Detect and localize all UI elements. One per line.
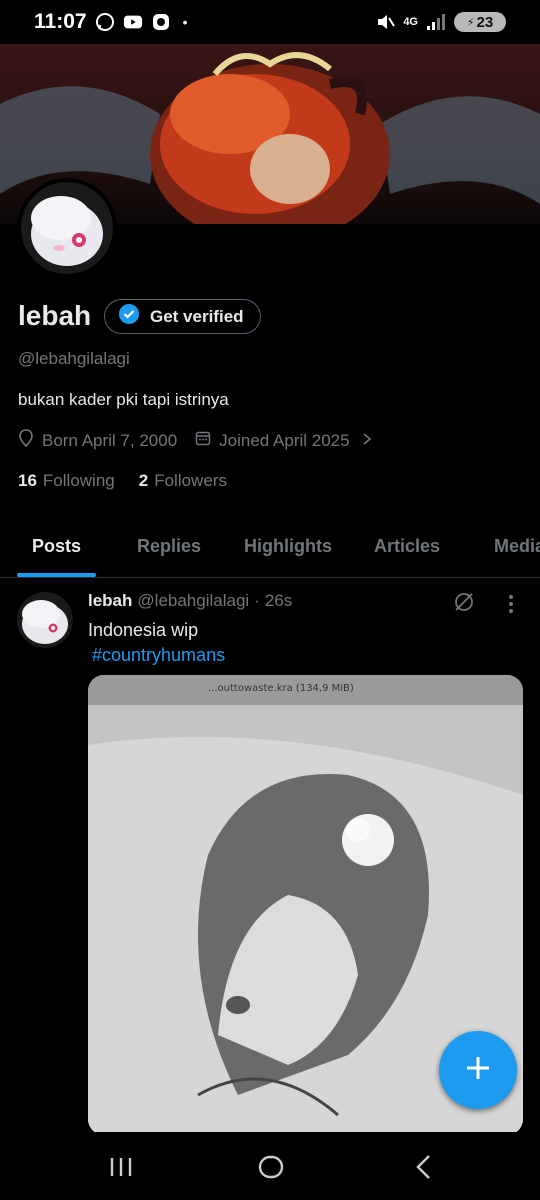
post-hashtag[interactable]: #countryhumans xyxy=(92,645,225,666)
verified-badge-icon xyxy=(118,303,140,330)
status-bar: 11:07 • 4G ⚡ 23 xyxy=(0,0,540,44)
mute-icon xyxy=(375,12,396,32)
following-link[interactable]: 16 Following xyxy=(18,471,115,491)
profile-name: lebah xyxy=(18,300,92,331)
whatsapp-icon xyxy=(95,12,115,32)
follow-stats: 16 Following 2 Followers xyxy=(18,471,227,491)
status-time: 11:07 xyxy=(34,10,87,33)
profile-bio: bukan kader pki tapi istrinya xyxy=(18,390,229,409)
youtube-icon xyxy=(123,12,143,32)
recents-icon[interactable] xyxy=(106,1152,136,1182)
tab-articles[interactable]: Articles xyxy=(374,536,440,557)
home-icon[interactable] xyxy=(256,1152,286,1182)
active-tab-indicator xyxy=(17,573,96,577)
location-icon xyxy=(18,429,34,452)
profile-avatar[interactable] xyxy=(17,178,117,278)
tab-highlights[interactable]: Highlights xyxy=(244,536,332,557)
profile-tabs: Posts Replies Highlights Articles Media xyxy=(0,516,540,578)
followers-link[interactable]: 2 Followers xyxy=(139,471,227,491)
post-separator: · xyxy=(254,591,260,610)
get-verified-label: Get verified xyxy=(150,306,244,326)
media-caption: ...outtowaste.kra (134,9 MiB) xyxy=(208,683,354,694)
post-time: 26s xyxy=(264,591,293,610)
post-author[interactable]: lebah xyxy=(88,591,132,611)
chevron-right-icon xyxy=(362,431,372,451)
tab-posts[interactable]: Posts xyxy=(32,536,81,557)
post-text: Indonesia wip xyxy=(88,620,199,640)
network-type: 4G xyxy=(403,16,418,28)
calendar-icon xyxy=(195,430,211,451)
post-header: lebah @lebahgilalagi · 26s xyxy=(88,591,292,611)
system-navigation-bar xyxy=(0,1132,540,1200)
join-date[interactable]: Joined April 2025 xyxy=(195,430,371,451)
app-icon xyxy=(151,12,171,32)
tab-replies[interactable]: Replies xyxy=(137,536,201,557)
grok-icon[interactable] xyxy=(452,590,476,614)
compose-fab[interactable] xyxy=(439,1031,517,1109)
plus-icon xyxy=(464,1054,492,1087)
battery-indicator: ⚡ 23 xyxy=(454,12,506,32)
tab-media[interactable]: Media xyxy=(494,536,540,557)
signal-icon xyxy=(426,12,446,32)
birth-date: Born April 7, 2000 xyxy=(18,429,177,452)
profile-handle: @lebahgilalagi xyxy=(18,349,130,368)
post-handle[interactable]: @lebahgilalagi xyxy=(137,591,249,611)
get-verified-button[interactable]: Get verified xyxy=(104,299,261,334)
back-icon[interactable] xyxy=(408,1152,438,1182)
profile-meta: Born April 7, 2000 Joined April 2025 xyxy=(18,429,390,452)
post-avatar[interactable] xyxy=(17,592,73,648)
more-icon[interactable] xyxy=(500,592,522,616)
